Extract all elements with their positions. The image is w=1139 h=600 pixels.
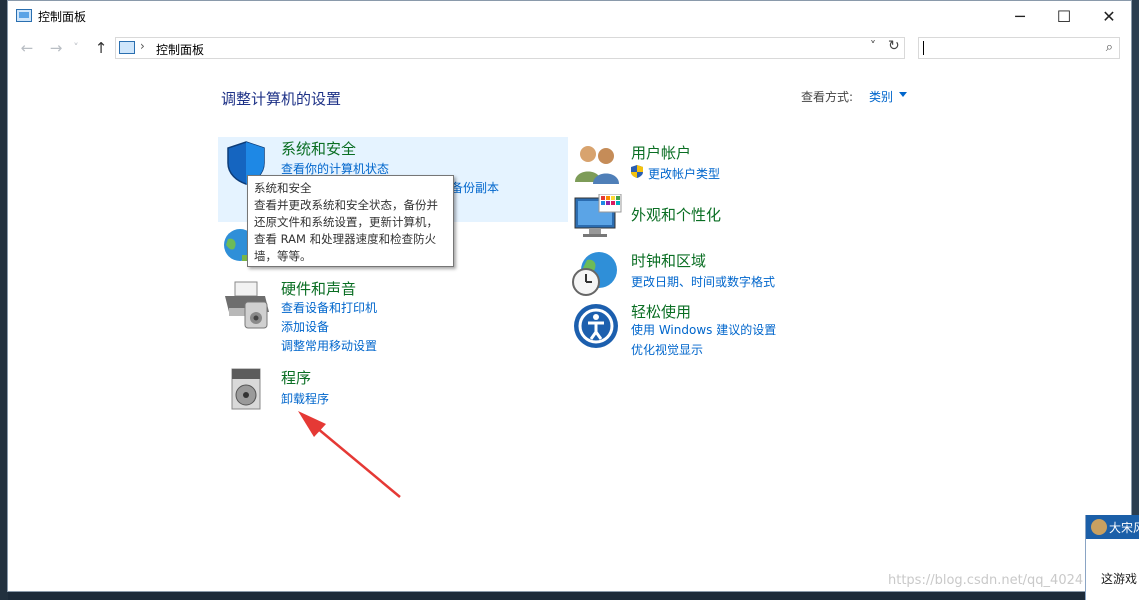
popup-header: 大宋风 (1086, 515, 1139, 539)
popup-title: 大宋风 (1109, 521, 1139, 535)
control-panel-window: 控制面板 ─ ☐ ✕ ← → ˅ ↑ › 控制面板 ˅ ↻ ⌕ 调整计算机的设置… (7, 0, 1132, 592)
avatar (1091, 519, 1107, 535)
notification-popup[interactable]: 大宋风 这游戏 (1085, 515, 1139, 600)
popup-message: 这游戏 (1101, 572, 1138, 586)
watermark-text: https://blog.csdn.net/qq_4024 (888, 573, 1084, 588)
annotation-arrow (298, 411, 401, 498)
